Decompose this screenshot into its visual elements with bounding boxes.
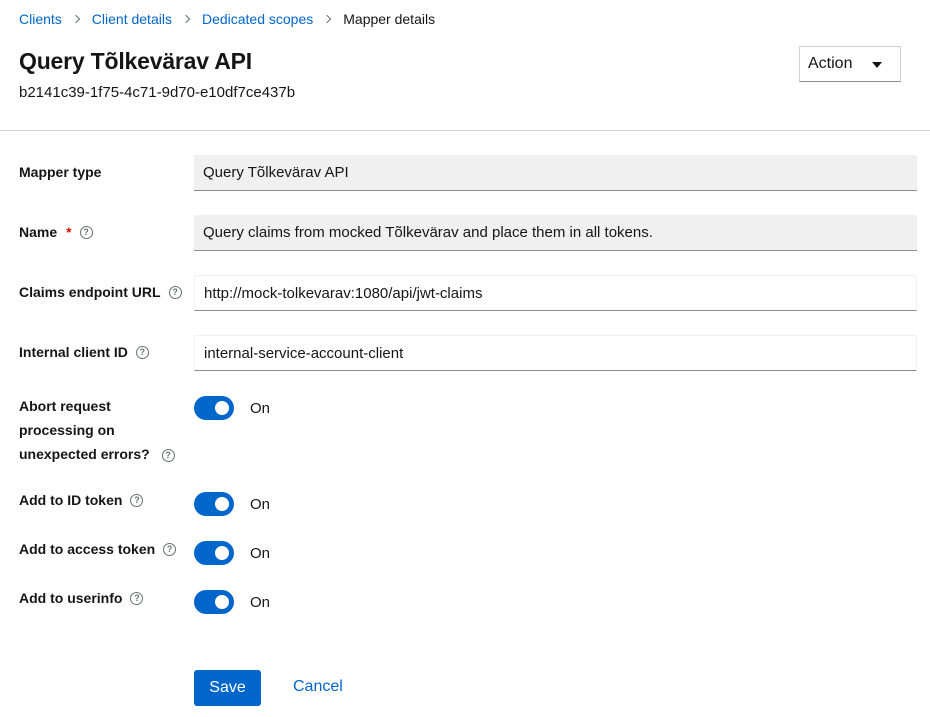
chevron-right-icon bbox=[71, 14, 81, 24]
abort-request-label: Abort request processing on unexpected e… bbox=[19, 394, 189, 466]
toggle-knob bbox=[215, 595, 229, 609]
save-button[interactable]: Save bbox=[194, 670, 261, 706]
chevron-right-icon bbox=[181, 14, 191, 24]
claims-endpoint-input[interactable]: http://mock-tolkevarav:1080/api/jwt-clai… bbox=[194, 275, 917, 311]
internal-client-id-label-text: Internal client ID bbox=[19, 344, 128, 360]
add-id-token-state: On bbox=[250, 495, 271, 513]
chevron-right-icon bbox=[323, 14, 332, 24]
toggle-knob bbox=[215, 497, 229, 511]
abort-request-switch-row: On bbox=[194, 396, 270, 420]
add-userinfo-toggle[interactable] bbox=[194, 590, 234, 614]
caret-down-icon bbox=[872, 62, 882, 68]
internal-client-id-input[interactable]: internal-service-account-client bbox=[194, 335, 917, 371]
header-divider bbox=[0, 130, 930, 131]
page-title: Query Tõlkevärav API bbox=[19, 48, 252, 74]
add-access-token-toggle[interactable] bbox=[194, 541, 234, 565]
name-field[interactable]: Query claims from mocked Tõlkevärav and … bbox=[194, 215, 917, 251]
help-icon[interactable]: ? bbox=[130, 591, 144, 605]
add-userinfo-label-text: Add to userinfo bbox=[19, 590, 123, 606]
add-userinfo-switch-row: On bbox=[194, 590, 270, 614]
breadcrumb-clients[interactable]: Clients bbox=[19, 11, 62, 27]
add-id-token-label-text: Add to ID token bbox=[19, 492, 123, 508]
help-icon[interactable]: ? bbox=[79, 225, 93, 239]
mapper-type-label: Mapper type bbox=[19, 164, 101, 180]
add-access-token-label: Add to access token ? bbox=[19, 541, 177, 557]
add-id-token-switch-row: On bbox=[194, 492, 270, 516]
add-access-token-label-text: Add to access token bbox=[19, 541, 156, 557]
help-icon[interactable]: ? bbox=[161, 448, 175, 462]
internal-client-id-label: Internal client ID ? bbox=[19, 344, 149, 360]
help-icon[interactable]: ? bbox=[163, 542, 177, 556]
add-access-token-switch-row: On bbox=[194, 541, 270, 565]
add-access-token-state: On bbox=[250, 544, 271, 562]
help-icon[interactable]: ? bbox=[130, 493, 144, 507]
page-subtitle: b2141c39-1f75-4c71-9d70-e10df7ce437b bbox=[19, 84, 296, 101]
abort-request-label-text: Abort request processing on unexpected e… bbox=[19, 398, 150, 462]
help-icon[interactable]: ? bbox=[135, 345, 149, 359]
breadcrumb-client-details[interactable]: Client details bbox=[92, 11, 172, 27]
breadcrumb: Clients Client details Dedicated scopes … bbox=[19, 9, 435, 29]
breadcrumb-current: Mapper details bbox=[343, 11, 436, 27]
action-dropdown[interactable]: Action bbox=[799, 46, 901, 82]
required-indicator: * bbox=[66, 224, 72, 240]
add-id-token-toggle[interactable] bbox=[194, 492, 234, 516]
name-label: Name * ? bbox=[19, 224, 93, 240]
breadcrumb-dedicated-scopes[interactable]: Dedicated scopes bbox=[202, 11, 313, 27]
mapper-type-label-text: Mapper type bbox=[19, 164, 102, 180]
toggle-knob bbox=[215, 401, 229, 415]
add-id-token-label: Add to ID token ? bbox=[19, 492, 144, 508]
help-icon[interactable]: ? bbox=[168, 285, 182, 299]
claims-endpoint-label: Claims endpoint URL ? bbox=[19, 284, 182, 300]
action-dropdown-label: Action bbox=[808, 55, 853, 72]
name-label-text: Name bbox=[19, 224, 58, 240]
cancel-button[interactable]: Cancel bbox=[293, 678, 343, 696]
add-userinfo-state: On bbox=[250, 593, 271, 611]
toggle-knob bbox=[215, 546, 229, 560]
mapper-type-field[interactable]: Query Tõlkevärav API bbox=[194, 155, 917, 191]
abort-request-state: On bbox=[250, 399, 271, 417]
claims-endpoint-label-text: Claims endpoint URL bbox=[19, 284, 161, 300]
add-userinfo-label: Add to userinfo ? bbox=[19, 590, 144, 606]
abort-request-toggle[interactable] bbox=[194, 396, 234, 420]
